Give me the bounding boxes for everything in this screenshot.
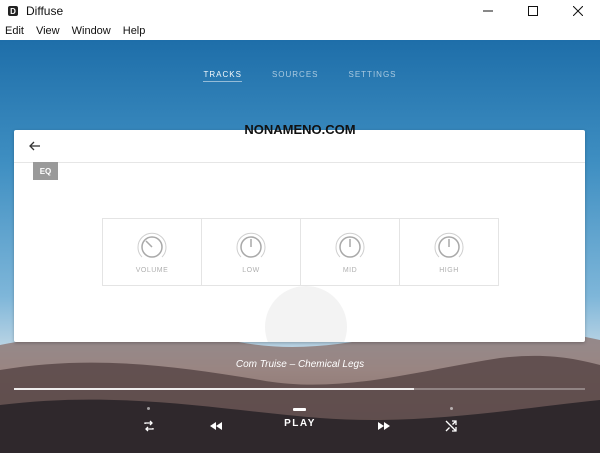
knob-high[interactable]: HIGH (400, 219, 498, 285)
minimize-button[interactable] (465, 0, 510, 22)
playing-indicator (293, 408, 306, 411)
maximize-button[interactable] (510, 0, 555, 22)
knob-label: VOLUME (135, 267, 169, 274)
eq-panel: EQ VOLUME LOW MID HIGH (14, 130, 585, 342)
knob-label: MID (342, 267, 358, 274)
eq-badge[interactable]: EQ (33, 162, 58, 180)
tab-tracks[interactable]: TRACKS (203, 70, 242, 82)
play-button[interactable]: PLAY (0, 418, 600, 429)
minimize-icon (482, 10, 493, 12)
knob-dial-icon (335, 232, 365, 258)
menu-bar: Edit View Window Help (0, 22, 600, 40)
title-bar: D Diffuse (0, 0, 600, 22)
arrow-left-icon[interactable] (28, 139, 42, 153)
menu-window[interactable]: Window (66, 25, 117, 37)
menu-help[interactable]: Help (117, 25, 152, 37)
repeat-indicator-dot (147, 407, 150, 410)
knob-dial-icon (236, 232, 266, 258)
watermark-text: NONAMENO.COM (244, 122, 356, 137)
knob-label: HIGH (439, 267, 459, 274)
knob-volume[interactable]: VOLUME (103, 219, 202, 285)
decorative-circle (265, 286, 347, 342)
knob-label: LOW (242, 267, 260, 274)
knob-mid[interactable]: MID (301, 219, 400, 285)
window-controls (465, 0, 600, 22)
fast-forward-icon[interactable] (377, 419, 391, 433)
knob-dial-icon (434, 232, 464, 258)
tab-settings[interactable]: SETTINGS (349, 70, 397, 82)
app-content: TRACKS SOURCES SETTINGS NONAMENO.COM EQ … (0, 40, 600, 453)
window-title: Diffuse (26, 4, 64, 18)
eq-knobs: VOLUME LOW MID HIGH (102, 218, 499, 286)
menu-view[interactable]: View (30, 25, 66, 37)
main-nav: TRACKS SOURCES SETTINGS (0, 70, 600, 82)
shuffle-icon[interactable] (444, 419, 458, 433)
menu-edit[interactable]: Edit (0, 25, 30, 37)
close-icon (572, 6, 583, 16)
tab-sources[interactable]: SOURCES (272, 70, 319, 82)
close-button[interactable] (555, 0, 600, 22)
shuffle-indicator-dot (450, 407, 453, 410)
now-playing-text: Com Truise – Chemical Legs (235, 359, 365, 370)
maximize-icon (527, 6, 538, 16)
progress-bar[interactable] (14, 388, 585, 390)
knob-low[interactable]: LOW (202, 219, 301, 285)
app-icon: D (8, 6, 18, 16)
progress-fill (14, 388, 414, 390)
knob-dial-icon (137, 232, 167, 258)
